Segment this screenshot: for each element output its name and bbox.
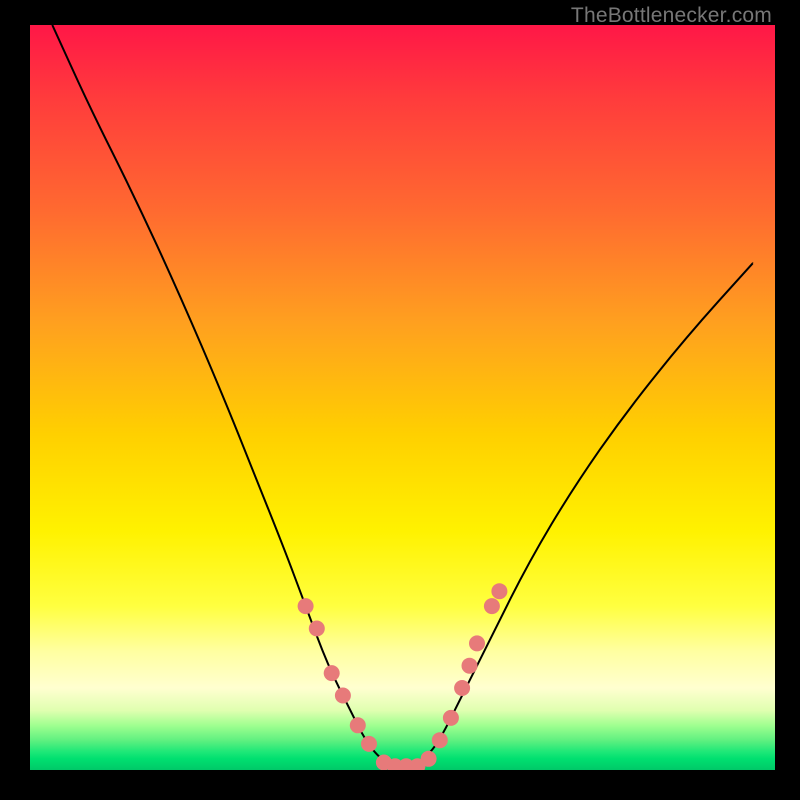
marker-dot xyxy=(443,710,459,726)
marker-dot xyxy=(454,680,470,696)
marker-dot xyxy=(421,751,437,767)
marker-dot xyxy=(469,635,485,651)
bottleneck-curve-path xyxy=(52,25,752,766)
marker-dot xyxy=(361,736,377,752)
marker-dots-group xyxy=(298,583,508,770)
marker-dot xyxy=(324,665,340,681)
marker-dot xyxy=(309,621,325,637)
chart-plot-area xyxy=(30,25,775,770)
marker-dot xyxy=(335,688,351,704)
marker-dot xyxy=(350,717,366,733)
watermark-text: TheBottlenecker.com xyxy=(571,4,772,28)
marker-dot xyxy=(491,583,507,599)
marker-dot xyxy=(462,658,478,674)
chart-svg xyxy=(30,25,775,770)
marker-dot xyxy=(484,598,500,614)
marker-dot xyxy=(432,732,448,748)
marker-dot xyxy=(298,598,314,614)
